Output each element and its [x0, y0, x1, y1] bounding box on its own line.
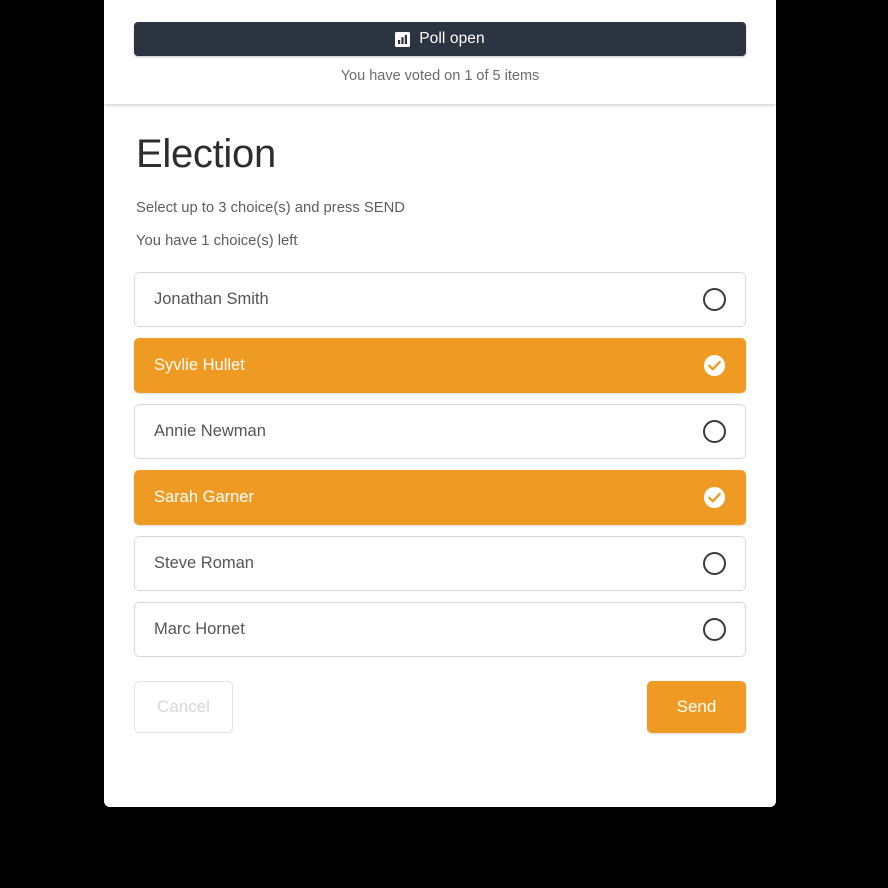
poll-status-label: Poll open	[419, 30, 485, 47]
poll-header: Poll open You have voted on 1 of 5 items	[104, 0, 776, 104]
check-circle-icon[interactable]	[703, 354, 726, 377]
choice-row[interactable]: Sarah Garner	[134, 470, 746, 525]
radio-empty-icon[interactable]	[703, 288, 726, 311]
choice-row[interactable]: Annie Newman	[134, 404, 746, 459]
radio-empty-icon[interactable]	[703, 552, 726, 575]
choice-label: Annie Newman	[154, 422, 266, 440]
choice-label: Steve Roman	[154, 554, 254, 572]
choice-label: Sarah Garner	[154, 488, 254, 506]
choice-row[interactable]: Jonathan Smith	[134, 272, 746, 327]
send-button[interactable]: Send	[647, 681, 746, 733]
choice-label: Syvlie Hullet	[154, 356, 245, 374]
cancel-button[interactable]: Cancel	[134, 681, 233, 733]
check-circle-icon[interactable]	[703, 486, 726, 509]
poll-card: Poll open You have voted on 1 of 5 items…	[104, 0, 776, 807]
bar-chart-icon	[395, 31, 411, 47]
choice-list: Jonathan Smith Syvlie Hullet Annie Newman S…	[134, 272, 746, 657]
instruction-choices-left: You have 1 choice(s) left	[136, 233, 298, 249]
choice-row[interactable]: Syvlie Hullet	[134, 338, 746, 393]
radio-empty-icon[interactable]	[703, 618, 726, 641]
choice-label: Jonathan Smith	[154, 290, 269, 308]
instruction-select-limit: Select up to 3 choice(s) and press SEND	[136, 200, 405, 216]
poll-status-bar: Poll open	[134, 22, 746, 56]
choice-row[interactable]: Marc Hornet	[134, 602, 746, 657]
choice-label: Marc Hornet	[154, 620, 245, 638]
voted-summary: You have voted on 1 of 5 items	[340, 68, 540, 84]
radio-empty-icon[interactable]	[703, 420, 726, 443]
poll-actions: Cancel Send	[134, 681, 746, 733]
choice-row[interactable]: Steve Roman	[134, 536, 746, 591]
page-title: Election	[136, 132, 276, 176]
poll-body: Election Select up to 3 choice(s) and pr…	[104, 104, 776, 733]
